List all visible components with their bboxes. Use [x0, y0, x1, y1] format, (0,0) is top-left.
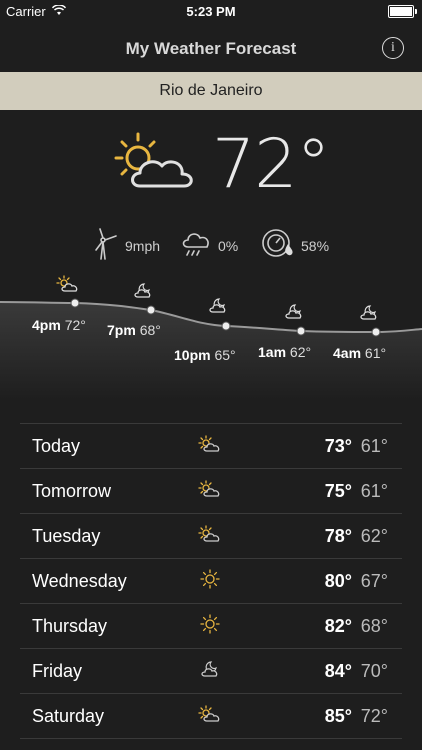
- day-name: Tomorrow: [32, 481, 112, 501]
- hour-time: 4am: [333, 345, 362, 361]
- day-high-temp: 78°: [324, 526, 352, 546]
- day-name: Today: [32, 436, 81, 456]
- day-name: Wednesday: [32, 571, 127, 591]
- page-title: My Weather Forecast: [125, 39, 297, 58]
- day-high-temp: 73°: [324, 436, 352, 456]
- night-cloudy-icon: [358, 303, 380, 326]
- day-low-temp: 72°: [360, 706, 388, 726]
- sun-icon: [198, 569, 222, 594]
- list-item[interactable]: Tomorrow 75° 61°: [20, 469, 402, 514]
- partly-sunny-icon: [198, 479, 222, 504]
- hour-time: 7pm: [107, 322, 136, 338]
- current-temperature: 72°: [212, 125, 331, 204]
- partly-sunny-icon: [56, 275, 80, 298]
- info-button[interactable]: i: [382, 37, 404, 59]
- hourly-forecast-graph: 4pm 72° 7pm 68° 10pm 65° 1am 62° 4am 61°: [0, 270, 422, 400]
- day-name: Tuesday: [32, 526, 101, 546]
- partly-sunny-icon: [198, 524, 222, 549]
- day-high-temp: 82°: [324, 616, 352, 636]
- list-item[interactable]: Today 73° 61°: [20, 424, 402, 469]
- day-low-temp: 70°: [360, 661, 388, 681]
- rain-cloud-icon: [181, 230, 211, 261]
- sun-icon: [198, 614, 222, 639]
- day-high-temp: 85°: [324, 706, 352, 726]
- day-low-temp: 61°: [360, 481, 388, 501]
- partly-sunny-icon: [198, 434, 222, 459]
- daily-forecast-list: Today 73° 61° Tomorrow 75° 61° Tuesday 7…: [20, 423, 402, 739]
- wind-speed: 9mph: [125, 238, 161, 254]
- list-item[interactable]: Tuesday 78° 62°: [20, 514, 402, 559]
- hourly-item: 4pm 72°: [32, 317, 86, 333]
- partly-sunny-icon: [108, 128, 200, 201]
- hour-temp: 68°: [139, 322, 161, 338]
- humidity-gauge-icon: [261, 228, 295, 263]
- night-cloudy-icon: [132, 281, 154, 304]
- list-item[interactable]: Thursday 82° 68°: [20, 604, 402, 649]
- hourly-item: 7pm 68°: [107, 322, 161, 338]
- nav-bar: My Weather Forecast i: [0, 22, 422, 72]
- hourly-item: 4am 61°: [333, 345, 386, 361]
- list-item[interactable]: Wednesday 80° 67°: [20, 559, 402, 604]
- battery-icon: [388, 5, 417, 18]
- wind-turbine-icon: [92, 228, 120, 263]
- day-low-temp: 62°: [360, 526, 388, 546]
- day-name: Friday: [32, 661, 83, 681]
- day-high-temp: 75°: [324, 481, 352, 501]
- partly-sunny-icon: [198, 704, 222, 729]
- status-bar: Carrier 5:23 PM: [0, 0, 422, 22]
- day-low-temp: 61°: [360, 436, 388, 456]
- city-selector[interactable]: Rio de Janeiro: [0, 72, 422, 110]
- hour-temp: 72°: [64, 317, 86, 333]
- hour-time: 10pm: [174, 347, 211, 363]
- night-cloudy-icon: [283, 302, 305, 325]
- hour-time: 4pm: [32, 317, 61, 333]
- list-item[interactable]: Saturday 85° 72°: [20, 694, 402, 739]
- status-time: 5:23 PM: [186, 4, 236, 19]
- humidity-value: 58%: [301, 238, 330, 254]
- hourly-item: 1am 62°: [258, 344, 311, 360]
- day-high-temp: 84°: [324, 661, 352, 681]
- day-low-temp: 67°: [360, 571, 388, 591]
- hour-time: 1am: [258, 344, 287, 360]
- list-item[interactable]: Friday 84° 70°: [20, 649, 402, 694]
- hour-temp: 62°: [289, 344, 312, 360]
- hour-temp: 61°: [364, 345, 387, 361]
- day-low-temp: 68°: [360, 616, 388, 636]
- hour-temp: 65°: [214, 347, 236, 363]
- hourly-item: 10pm 65°: [174, 347, 236, 363]
- day-name: Thursday: [32, 616, 108, 636]
- day-high-temp: 80°: [324, 571, 352, 591]
- night-cloudy-icon: [198, 659, 222, 684]
- precipitation-value: 0%: [218, 238, 239, 254]
- night-cloudy-icon: [207, 296, 229, 319]
- day-name: Saturday: [32, 706, 105, 726]
